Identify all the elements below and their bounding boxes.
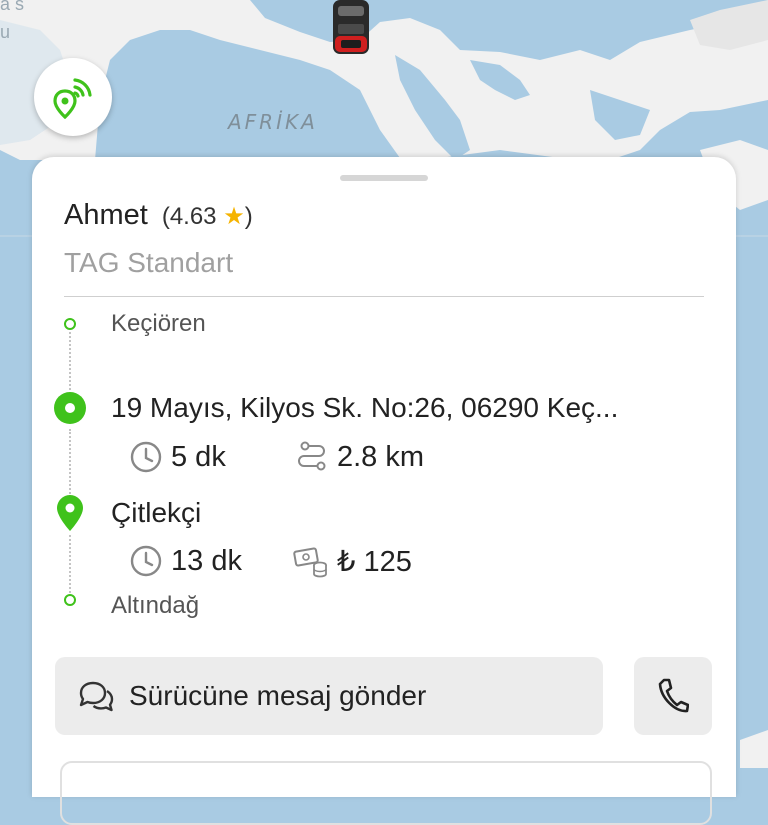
next-stop: Altındağ: [111, 592, 200, 619]
driver-rating-close: ): [244, 203, 253, 230]
pickup-distance: 2.8 km: [337, 440, 425, 473]
destination-time: 13 dk: [171, 544, 242, 577]
map-edge-text-top: a s: [0, 0, 25, 14]
message-driver-button[interactable]: Sürücüne mesaj gönder: [55, 657, 603, 735]
message-driver-label: Sürücüne mesaj gönder: [129, 680, 427, 711]
destination[interactable]: Çitlekçi: [111, 497, 201, 529]
fare-row: ₺ 125: [293, 544, 412, 579]
route-icon: [298, 441, 326, 471]
driver-name: Ahmet: [64, 199, 148, 231]
pickup-marker-icon: [54, 392, 86, 424]
clock-icon: [130, 441, 162, 473]
trip-details-sheet: Ahmet (4.63 ★) TAG Standart Keçiören 19 M…: [32, 157, 736, 825]
next-action-field[interactable]: [60, 761, 712, 825]
car-icon: [332, 0, 370, 61]
pickup-address[interactable]: 19 Mayıs, Kilyos Sk. No:26, 06290 Keç...: [111, 392, 618, 424]
driver-info: Ahmet (4.63 ★): [64, 199, 253, 232]
divider: [64, 296, 704, 297]
pickup-time: 5 dk: [171, 440, 226, 473]
route-line: [69, 535, 71, 593]
pickup-distance-row: 2.8 km: [295, 440, 424, 474]
map-edge-text-left: u: [0, 22, 11, 42]
map-region-label: AFRİKA: [228, 110, 318, 134]
next-stop-dot: [64, 594, 76, 606]
previous-stop: Keçiören: [111, 310, 206, 337]
phone-icon: [658, 678, 689, 713]
previous-stop-dot: [64, 318, 76, 330]
route-line: [69, 332, 71, 390]
map-pin-icon: [57, 495, 83, 531]
star-icon: ★: [223, 203, 245, 230]
driver-rating-value: (4.63: [161, 203, 217, 230]
sheet-drag-handle[interactable]: [340, 175, 428, 181]
destination-eta: 13 dk: [129, 544, 242, 578]
money-icon: [293, 547, 327, 577]
pickup-eta: 5 dk: [129, 440, 226, 474]
chat-icon: [79, 681, 114, 712]
clock-icon: [130, 545, 162, 577]
call-driver-button[interactable]: [634, 657, 712, 735]
driver-rating: (4.63 ★): [162, 203, 253, 230]
route-line: [69, 429, 71, 497]
service-type: TAG Standart: [64, 247, 234, 278]
location-signal-icon: [53, 78, 92, 119]
live-tracking-button[interactable]: [34, 58, 112, 136]
fare: ₺ 125: [337, 546, 412, 578]
